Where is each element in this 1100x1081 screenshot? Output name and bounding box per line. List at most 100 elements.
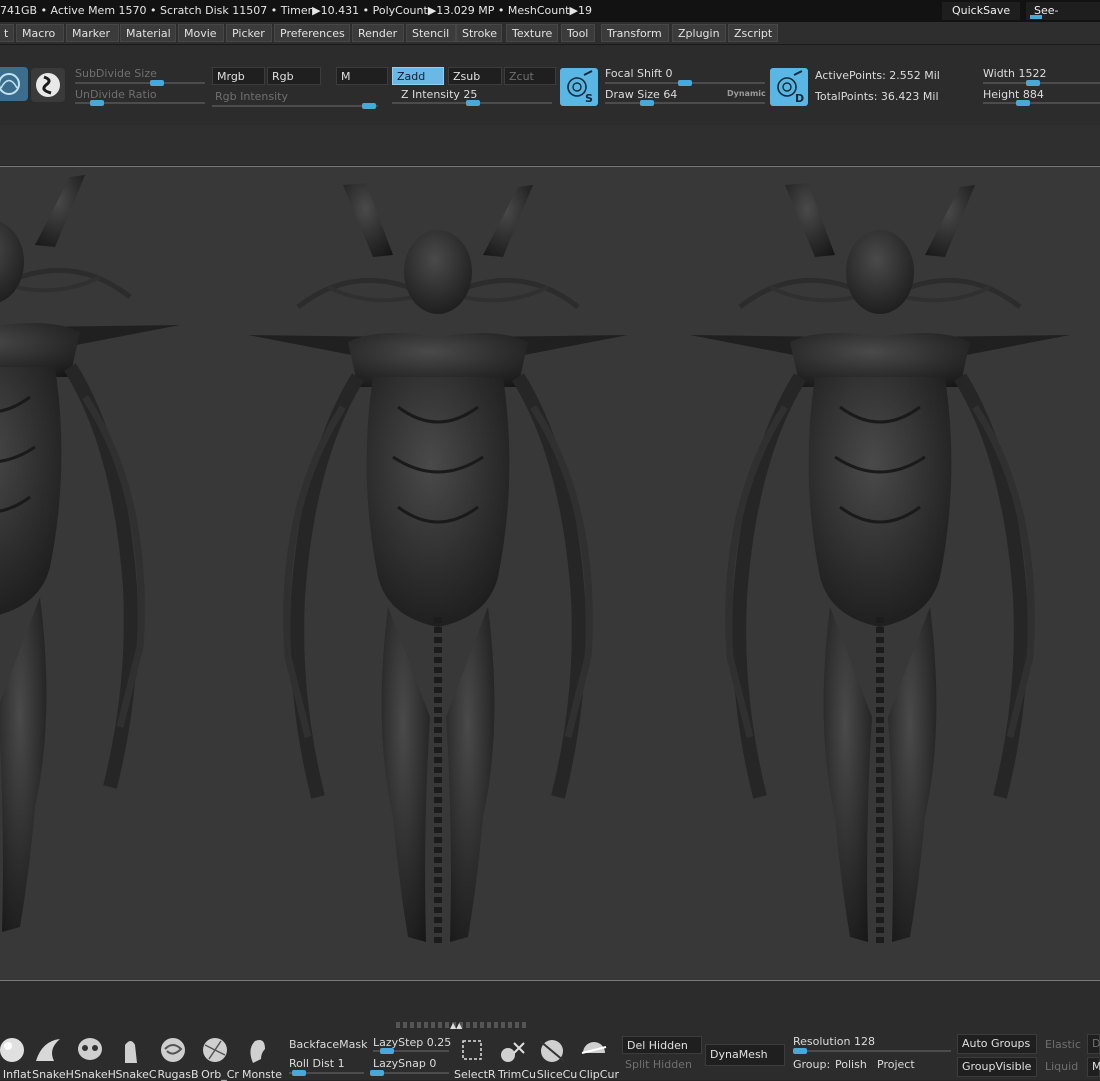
icon-d-letter: D bbox=[795, 92, 804, 105]
resolution-slider[interactable] bbox=[793, 1050, 951, 1052]
lazystep-value: 0.25 bbox=[426, 1036, 452, 1049]
tool-select-rect[interactable]: SelectRe bbox=[454, 1035, 496, 1081]
draw-size-slider[interactable] bbox=[605, 102, 765, 104]
active-points: ActivePoints: 2.552 Mil bbox=[815, 69, 940, 82]
collapse-arrows-icon[interactable]: ▲▲ bbox=[450, 1021, 472, 1030]
lazysnap-slider[interactable] bbox=[373, 1072, 449, 1074]
edit-mode-button[interactable] bbox=[0, 67, 28, 101]
m-button[interactable]: M bbox=[336, 67, 388, 85]
project-toggle[interactable]: Project bbox=[877, 1058, 915, 1071]
liquid-toggle[interactable]: Liquid bbox=[1045, 1060, 1078, 1073]
d-toggle[interactable]: D bbox=[1087, 1034, 1100, 1054]
width-label: Width 1522 bbox=[983, 67, 1046, 80]
menu-item-macro[interactable]: Macro bbox=[16, 24, 64, 42]
menu-item-zscript[interactable]: Zscript bbox=[728, 24, 778, 42]
menu-item-tool[interactable]: Tool bbox=[561, 24, 595, 42]
rgb-button[interactable]: Rgb bbox=[267, 67, 321, 85]
lazysnap-knob[interactable] bbox=[370, 1070, 384, 1076]
brush-rugas[interactable]: RugasB bbox=[157, 1035, 199, 1081]
backface-mask-toggle[interactable]: BackfaceMask bbox=[289, 1038, 367, 1051]
stroke-select-button[interactable]: S bbox=[560, 68, 598, 106]
roll-dist-label: Roll Dist 1 bbox=[289, 1057, 345, 1070]
del-hidden-button[interactable]: Del Hidden bbox=[622, 1036, 702, 1054]
total-points: TotalPoints: 36.423 Mil bbox=[815, 90, 939, 103]
height-slider[interactable] bbox=[983, 102, 1100, 104]
tool-clip-curve[interactable]: ClipCur bbox=[578, 1035, 620, 1081]
see-through-knob[interactable] bbox=[1030, 15, 1042, 19]
brush-orb-cracks[interactable]: Orb_Cr bbox=[199, 1035, 241, 1081]
brush-monster[interactable]: Monste bbox=[241, 1035, 283, 1081]
zadd-button[interactable]: Zadd bbox=[392, 67, 444, 85]
select-rect-icon bbox=[462, 1040, 482, 1060]
mrgb-button[interactable]: Mrgb bbox=[212, 67, 265, 85]
draw-size-value: 64 bbox=[663, 88, 678, 101]
brush-label: RugasB bbox=[157, 1068, 199, 1081]
sculpt-render bbox=[0, 167, 1100, 980]
polish-toggle[interactable]: Polish bbox=[835, 1058, 867, 1071]
brush-snakehook-2[interactable]: SnakeH bbox=[74, 1035, 116, 1081]
menu-item-material[interactable]: Material bbox=[120, 24, 176, 42]
menu-item-render[interactable]: Render bbox=[352, 24, 404, 42]
width-name: Width bbox=[983, 67, 1015, 80]
height-name: Height bbox=[983, 88, 1020, 101]
m-toggle[interactable]: M bbox=[1087, 1057, 1100, 1077]
sphere-icon bbox=[0, 73, 20, 95]
rgb-intensity-slider[interactable] bbox=[212, 105, 378, 107]
group-visible-button[interactable]: GroupVisible bbox=[957, 1057, 1037, 1077]
tool-label: TrimCu bbox=[497, 1068, 537, 1081]
split-hidden-button[interactable]: Split Hidden bbox=[625, 1058, 692, 1071]
skull-brush-icon bbox=[78, 1038, 102, 1060]
creature-model-left bbox=[0, 173, 180, 937]
zsub-button[interactable]: Zsub bbox=[448, 67, 502, 85]
menu-item-stencil[interactable]: Stencil bbox=[406, 24, 456, 42]
brush-snakec[interactable]: SnakeC bbox=[115, 1035, 157, 1081]
brush-label: SnakeH bbox=[74, 1068, 116, 1081]
status-text: 741GB • Active Mem 1570 • Scratch Disk 1… bbox=[0, 4, 592, 17]
resolution-knob[interactable] bbox=[793, 1048, 807, 1054]
rgb-intensity-knob[interactable] bbox=[362, 103, 376, 109]
menu-item-zplugin[interactable]: Zplugin bbox=[672, 24, 726, 42]
clip-icon bbox=[581, 1042, 607, 1054]
dynamesh-button[interactable]: DynaMesh bbox=[705, 1044, 785, 1066]
rgb-intensity-label: Rgb Intensity bbox=[215, 90, 288, 103]
height-knob[interactable] bbox=[1016, 100, 1030, 106]
width-knob[interactable] bbox=[1026, 80, 1040, 86]
zcut-button[interactable]: Zcut bbox=[504, 67, 556, 85]
canvas-viewport[interactable] bbox=[0, 166, 1100, 981]
sculptris-icon bbox=[36, 73, 60, 97]
group-label: Group: bbox=[793, 1058, 831, 1071]
inflat-brush-icon bbox=[0, 1038, 24, 1062]
draw-select-button[interactable]: D bbox=[770, 68, 808, 106]
z-intensity-knob[interactable] bbox=[466, 100, 480, 106]
brush-s-icon: S bbox=[567, 70, 593, 105]
menu-item-preferences[interactable]: Preferences bbox=[274, 24, 350, 42]
draw-size-knob[interactable] bbox=[640, 100, 654, 106]
rugas-brush-icon bbox=[161, 1038, 185, 1062]
menu-item-stroke[interactable]: Stroke bbox=[456, 24, 502, 42]
menu-item-light[interactable]: t bbox=[0, 24, 14, 42]
subdivide-size-knob[interactable] bbox=[150, 80, 164, 86]
menu-item-marker[interactable]: Marker bbox=[66, 24, 119, 42]
menu-item-picker[interactable]: Picker bbox=[226, 24, 272, 42]
tool-trim-curve[interactable]: TrimCu bbox=[496, 1035, 538, 1081]
brush-d-icon: D bbox=[777, 70, 804, 105]
quicksave-button[interactable]: QuickSave bbox=[942, 2, 1021, 20]
width-slider[interactable] bbox=[983, 82, 1100, 84]
tool-label: SelectRe bbox=[454, 1068, 496, 1081]
dynamic-toggle[interactable]: Dynamic bbox=[727, 89, 766, 98]
focal-shift-label: Focal Shift 0 bbox=[605, 67, 673, 80]
resolution-name: Resolution bbox=[793, 1035, 851, 1048]
roll-dist-knob[interactable] bbox=[292, 1070, 306, 1076]
brush-snakehook-1[interactable]: SnakeH bbox=[32, 1035, 74, 1081]
tool-slice-curve[interactable]: SliceCu bbox=[536, 1035, 578, 1081]
sculptris-mode-button[interactable] bbox=[31, 68, 65, 102]
elastic-toggle[interactable]: Elastic bbox=[1045, 1038, 1081, 1051]
undivide-ratio-knob[interactable] bbox=[90, 100, 104, 106]
menu-item-transform[interactable]: Transform bbox=[601, 24, 669, 42]
auto-groups-button[interactable]: Auto Groups bbox=[957, 1034, 1037, 1054]
menu-item-texture[interactable]: Texture bbox=[506, 24, 558, 42]
lazystep-knob[interactable] bbox=[380, 1048, 394, 1054]
menu-item-movie[interactable]: Movie bbox=[178, 24, 224, 42]
focal-shift-knob[interactable] bbox=[678, 80, 692, 86]
subdivide-size-slider[interactable] bbox=[75, 82, 205, 84]
